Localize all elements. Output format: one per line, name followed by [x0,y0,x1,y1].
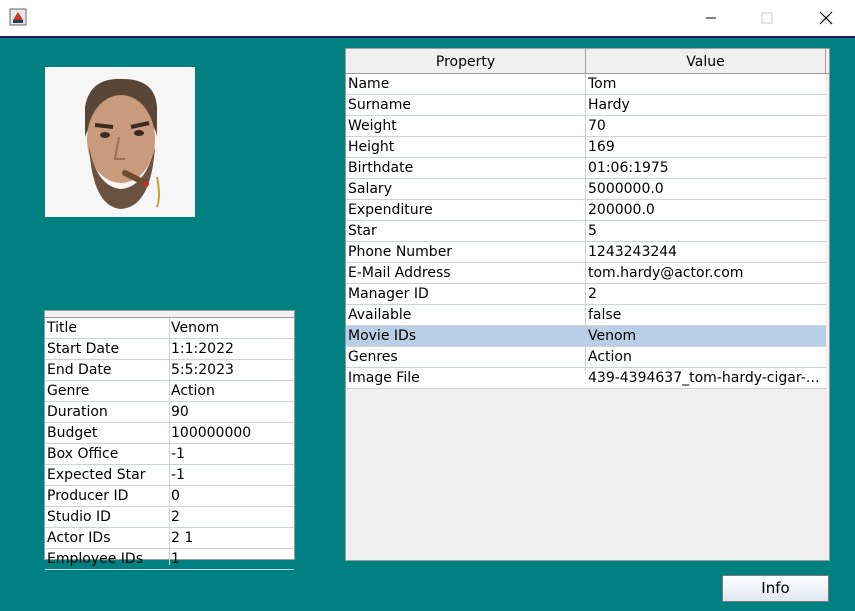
property-cell: Star [348,223,377,239]
value-cell: 2 [171,509,180,525]
maximize-icon [761,12,773,24]
table-header: Property Value [346,49,829,74]
title-bar [0,0,855,36]
property-cell: Weight [348,118,397,134]
value-cell: 100000000 [171,425,252,441]
property-cell: E-Mail Address [348,265,451,281]
table-row[interactable]: Producer ID 0 [45,486,294,507]
value-cell: 439-4394637_tom-hardy-cigar-tom-... [588,370,824,386]
value-cell: 2 1 [171,530,194,546]
table-row[interactable]: Employee IDs 1 [45,549,294,570]
value-cell: 2 [588,286,597,302]
table-row[interactable]: Phone Number 1243243244 [346,242,826,263]
info-button[interactable]: Info [722,575,829,602]
close-icon [819,11,833,25]
table-row[interactable]: Expenditure 200000.0 [346,200,826,221]
value-cell: 5 [588,223,597,239]
property-column-header[interactable]: Property [346,49,586,73]
close-button[interactable] [803,0,849,36]
property-cell: Expected Star [47,467,146,483]
value-cell: 1:1:2022 [171,341,234,357]
value-cell: Hardy [588,97,630,113]
table-row[interactable]: Name Tom [346,74,826,95]
value-cell: 1243243244 [588,244,678,260]
property-cell: Available [348,307,412,323]
value-cell: 169 [588,139,615,155]
property-cell: Genre [47,383,90,399]
actor-properties-table[interactable]: Property Value Name Tom Surname Hardy Weight… [345,48,830,561]
maximize-button[interactable] [744,0,790,36]
property-cell: Image File [348,370,420,386]
property-cell: Birthdate [348,160,414,176]
table-row[interactable]: Duration 90 [45,402,294,423]
table-row[interactable]: End Date 5:5:2023 [45,360,294,381]
minimize-icon [706,17,716,19]
value-cell: Action [588,349,632,365]
property-cell: Height [348,139,395,155]
table-row[interactable]: E-Mail Address tom.hardy@actor.com [346,263,826,284]
table-row[interactable]: Title Venom [45,318,294,339]
value-cell: 5:5:2023 [171,362,234,378]
property-cell: Title [47,320,78,336]
table-row[interactable]: Surname Hardy [346,95,826,116]
value-cell: Action [171,383,215,399]
table-row[interactable]: Birthdate 01:06:1975 [346,158,826,179]
tom-hardy-portrait [45,67,195,217]
minimize-button[interactable] [688,0,734,36]
property-cell: Movie IDs [348,328,417,344]
movie-table[interactable]: Title Venom Start Date 1:1:2022 End Date 5:5:… [44,310,295,570]
property-cell: Box Office [47,446,119,462]
value-cell: 90 [171,404,189,420]
property-cell: Manager ID [348,286,429,302]
value-column-header[interactable]: Value [586,49,826,73]
property-cell: Producer ID [47,488,129,504]
value-cell: -1 [171,446,185,462]
table-row[interactable]: Start Date 1:1:2022 [45,339,294,360]
table-row[interactable]: Expected Star -1 [45,465,294,486]
property-cell: Surname [348,97,411,113]
table-row[interactable]: Studio ID 2 [45,507,294,528]
table-row[interactable]: Genre Action [45,381,294,402]
value-cell: 5000000.0 [588,181,664,197]
value-cell: 0 [171,488,180,504]
table-row[interactable]: Genres Action [346,347,826,368]
value-cell: -1 [171,467,185,483]
property-cell: End Date [47,362,112,378]
table-row[interactable]: Budget 100000000 [45,423,294,444]
property-cell: Name [348,76,390,92]
property-cell: Genres [348,349,398,365]
value-cell: 200000.0 [588,202,655,218]
table-row[interactable]: Box Office -1 [45,444,294,465]
property-cell: Start Date [47,341,120,357]
table-row[interactable]: Height 169 [346,137,826,158]
value-cell: Venom [171,320,220,336]
property-cell: Expenditure [348,202,433,218]
property-cell: Duration [47,404,108,420]
table-row[interactable]: Actor IDs 2 1 [45,528,294,549]
property-cell: Budget [47,425,98,441]
actor-portrait [45,67,195,217]
value-cell: tom.hardy@actor.com [588,265,744,281]
property-cell: Studio ID [47,509,111,525]
value-cell: Venom [588,328,637,344]
table-row[interactable]: Available false [346,305,826,326]
value-cell: 01:06:1975 [588,160,669,176]
table-row[interactable]: Movie IDs Venom [346,326,826,347]
value-cell: false [588,307,622,323]
table-body: Name Tom Surname Hardy Weight 70 Height 169 Birt… [346,74,826,389]
property-cell: Phone Number [348,244,453,260]
table-row[interactable]: Manager ID 2 [346,284,826,305]
value-cell: Tom [588,76,617,92]
movie-table-header [45,311,294,318]
table-row[interactable]: Star 5 [346,221,826,242]
property-cell: Actor IDs [47,530,111,546]
table-row[interactable]: Salary 5000000.0 [346,179,826,200]
table-row[interactable]: Image File 439-4394637_tom-hardy-cigar-to… [346,368,826,389]
property-cell: Employee IDs [47,551,143,567]
value-cell: 1 [171,551,180,567]
property-cell: Salary [348,181,392,197]
java-app-icon [9,8,27,26]
value-cell: 70 [588,118,606,134]
table-row[interactable]: Weight 70 [346,116,826,137]
